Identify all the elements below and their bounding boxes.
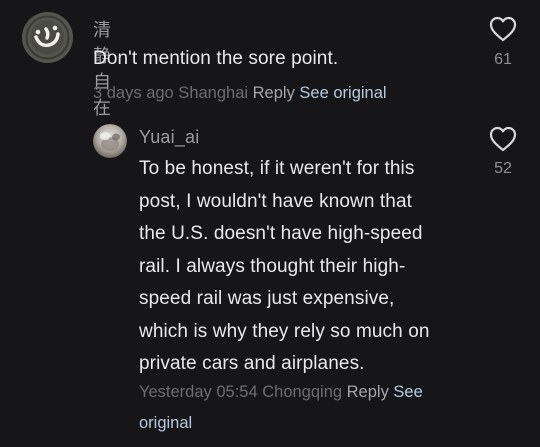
comment-text-line: To be honest, if it weren't for this — [139, 158, 415, 179]
comment-text-line: the U.S. doesn't have high-speed — [139, 223, 423, 244]
comment-meta: Yesterday 05:54 Chongqing Reply See orig… — [139, 377, 423, 439]
like-count: 61 — [494, 51, 512, 68]
avatar[interactable] — [22, 12, 73, 63]
photo-avatar-icon — [93, 124, 127, 158]
see-original-link-part1[interactable]: See — [393, 383, 422, 401]
comment-text: Don't mention the sore point. — [93, 48, 339, 69]
timestamp-location: 3 days ago Shanghai — [93, 84, 253, 102]
reply-button[interactable]: Reply — [253, 84, 295, 102]
comment-meta: 3 days ago Shanghai Reply See original — [93, 78, 387, 109]
username[interactable]: Yuai_ai — [139, 127, 199, 148]
see-original-link-part2[interactable]: original — [139, 414, 192, 432]
like-button[interactable] — [488, 16, 518, 42]
comment-text-line: rail. I always thought their high- — [139, 255, 406, 277]
reply-button[interactable]: Reply — [347, 383, 389, 401]
timestamp-location: Yesterday 05:54 Chongqing — [139, 383, 347, 401]
comment-text-line: post, I wouldn't have known that — [139, 190, 412, 212]
see-original-link[interactable]: See original — [299, 84, 386, 102]
heart-outline-icon — [489, 16, 517, 42]
seal-avatar-icon — [22, 12, 73, 63]
comment-text-line: which is why they rely so much on — [139, 320, 430, 342]
comment-text: To be honest, if it weren't for this pos… — [139, 153, 430, 381]
comment-text-line: private cars and airplanes. — [139, 353, 365, 374]
like-count: 52 — [494, 160, 512, 177]
avatar[interactable] — [93, 124, 127, 158]
comment-text-line: speed rail was just expensive, — [139, 288, 395, 309]
heart-outline-icon — [489, 126, 517, 152]
like-button[interactable] — [488, 126, 518, 152]
